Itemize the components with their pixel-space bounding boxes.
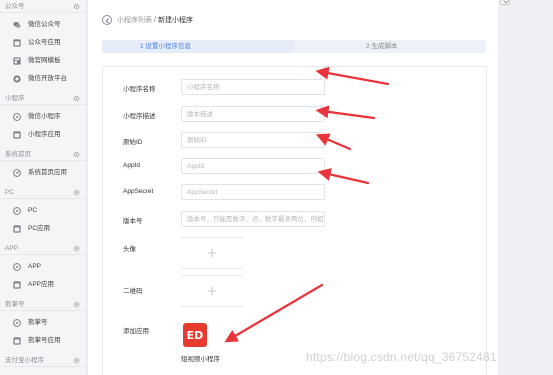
chevron-left-icon	[105, 17, 110, 24]
gear-icon[interactable]	[73, 151, 80, 158]
sidebar-item-pc[interactable]: PC	[0, 202, 86, 220]
step-set-info[interactable]: 1 设置小程序信息	[102, 40, 294, 53]
breadcrumb-current: 新建小程序	[157, 17, 193, 24]
appsecret-input[interactable]	[181, 184, 325, 200]
gear-icon[interactable]	[73, 357, 80, 364]
appid-label: AppId	[123, 162, 140, 169]
step-indicator: 1 设置小程序信息 2 生成脚本	[102, 40, 486, 53]
main-content: 小程序列表 / 新建小程序 1 设置小程序信息 2 生成脚本 小程序名称 小程序…	[88, 0, 498, 375]
sidebar-item-pc-apps[interactable]: PC应用	[0, 220, 86, 238]
compass-icon	[13, 263, 21, 271]
template-icon	[13, 57, 21, 65]
sidebar: 公众号 微信公众号 公众号应用 微官网模板 微信开放平台 小程序 微信小程序 小…	[0, 0, 87, 375]
origin-id-label: 原始ID	[123, 139, 143, 146]
add-app-label: 添加应用	[123, 328, 149, 335]
sidebar-group-title: 公众号	[5, 3, 25, 10]
sidebar-item-label: 微信开放平台	[28, 75, 67, 82]
sidebar-item-label: 小程序应用	[28, 131, 61, 138]
sidebar-item-label: 微信小程序	[28, 113, 61, 120]
app-tile-short-video[interactable]: ED	[183, 323, 207, 347]
sidebar-item-label: 熊掌号	[28, 319, 48, 326]
sidebar-item-open-platform[interactable]: 微信开放平台	[0, 70, 86, 88]
sidebar-group-header[interactable]: 熊掌号	[0, 298, 86, 311]
sidebar-group-header[interactable]: 系统首页	[0, 148, 86, 161]
panel-toggle-tab[interactable]	[500, 0, 510, 5]
sidebar-group-header[interactable]: PC	[0, 186, 86, 199]
gear-icon[interactable]	[73, 301, 80, 308]
description-label: 小程序描述	[123, 113, 156, 120]
avatar-label: 头像	[123, 246, 136, 253]
sidebar-item-label: 微官网模板	[28, 57, 61, 64]
description-input[interactable]	[181, 106, 325, 122]
sidebar-group-title: 熊掌号	[5, 301, 25, 308]
right-gutter	[498, 0, 553, 375]
version-input[interactable]	[181, 211, 325, 227]
app-name-label: 短视频小程序	[181, 356, 220, 363]
sidebar-item-label: 系统首页应用	[28, 169, 67, 176]
sidebar-item-xiongzhang[interactable]: 熊掌号	[0, 314, 86, 332]
sidebar-item-label: APP应用	[28, 281, 55, 288]
gear-icon[interactable]	[73, 245, 80, 252]
app-window-icon	[13, 337, 21, 345]
compass-icon	[13, 207, 21, 215]
sidebar-item-wechat-official[interactable]: 微信公众号	[0, 16, 86, 34]
sidebar-item-label: 微信公众号	[28, 21, 61, 28]
qrcode-label: 二维码	[123, 288, 143, 295]
sidebar-group-header[interactable]: APP	[0, 242, 86, 255]
miniprogram-form: 小程序名称 小程序描述 原始ID AppId AppSecret 版本号 头像 …	[102, 66, 487, 375]
appsecret-label: AppSecret	[123, 188, 154, 195]
gear-icon[interactable]	[73, 189, 80, 196]
chat-bubble-icon	[13, 21, 21, 28]
gear-icon[interactable]	[73, 95, 80, 102]
compass-icon	[13, 319, 21, 327]
sidebar-item-official-apps[interactable]: 公众号应用	[0, 34, 86, 52]
version-label: 版本号	[123, 218, 143, 225]
gear-icon[interactable]	[73, 3, 80, 10]
app-logo-text: ED	[187, 329, 204, 342]
app-window-icon	[13, 39, 21, 47]
sidebar-group-header[interactable]: 支付宝小程序	[0, 354, 86, 367]
name-input[interactable]	[181, 79, 325, 95]
sidebar-group-title: 支付宝小程序	[5, 357, 44, 364]
origin-id-input[interactable]	[181, 132, 325, 148]
breadcrumb-link-miniprogram-list[interactable]: 小程序列表	[117, 15, 152, 25]
sidebar-item-label: APP	[28, 263, 42, 270]
name-label: 小程序名称	[123, 86, 156, 93]
plus-icon	[208, 287, 216, 295]
sidebar-group-title: PC	[5, 189, 15, 196]
avatar-upload[interactable]	[181, 237, 243, 269]
watermark: https://blog.csdn.net/qq_36752481	[306, 350, 497, 364]
gauge-icon	[13, 169, 21, 177]
sidebar-item-app[interactable]: APP	[0, 258, 86, 276]
app-window-icon	[13, 281, 21, 289]
chevron-down-icon	[503, 0, 509, 4]
platform-icon	[13, 75, 21, 83]
app-window-icon	[13, 131, 21, 139]
sidebar-group-title: 小程序	[5, 95, 25, 102]
sidebar-item-miniprogram-apps[interactable]: 小程序应用	[0, 126, 86, 144]
breadcrumb-separator: /	[154, 16, 156, 24]
sidebar-item-homepage-apps[interactable]: 系统首页应用	[0, 164, 86, 182]
app-logo-icon: ED	[187, 329, 204, 342]
app-window-icon	[13, 225, 21, 233]
sidebar-group-header[interactable]: 小程序	[0, 92, 86, 105]
back-button[interactable]	[102, 15, 112, 25]
compass-icon	[13, 113, 21, 121]
sidebar-item-label: PC应用	[28, 225, 51, 232]
step-generate-script[interactable]: 2 生成脚本	[294, 40, 486, 53]
breadcrumb: 小程序列表 / 新建小程序	[102, 14, 193, 26]
qrcode-upload[interactable]	[181, 275, 243, 307]
sidebar-group-header[interactable]: 公众号	[0, 0, 86, 13]
sidebar-group-title: 系统首页	[5, 151, 31, 158]
sidebar-item-app-apps[interactable]: APP应用	[0, 276, 86, 294]
sidebar-group-title: APP	[5, 245, 19, 252]
sidebar-item-micro-site-templates[interactable]: 微官网模板	[0, 52, 86, 70]
sidebar-item-label: PC	[28, 207, 38, 214]
sidebar-item-label: 公众号应用	[28, 39, 61, 46]
plus-icon	[208, 249, 216, 257]
appid-input[interactable]	[181, 158, 325, 174]
sidebar-item-label: 熊掌号应用	[28, 337, 61, 344]
sidebar-item-wechat-miniprogram[interactable]: 微信小程序	[0, 108, 86, 126]
sidebar-item-xiongzhang-apps[interactable]: 熊掌号应用	[0, 332, 86, 350]
